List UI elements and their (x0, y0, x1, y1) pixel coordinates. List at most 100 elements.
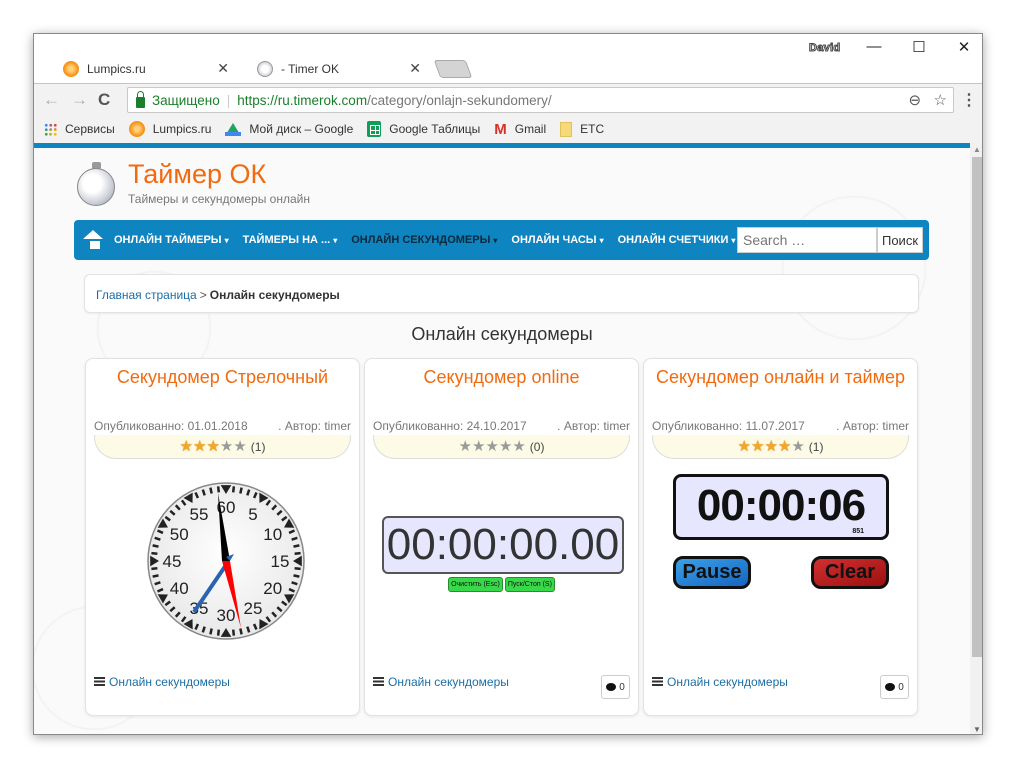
star-empty-icon[interactable]: ★ (472, 438, 485, 455)
home-icon[interactable] (82, 230, 104, 250)
star-rating[interactable]: ★★★★★ (738, 439, 805, 454)
back-button[interactable]: ← (43, 90, 60, 110)
minimize-button[interactable]: — (851, 38, 897, 55)
breadcrumb-home-link[interactable]: Главная страница (96, 288, 197, 302)
scroll-thumb[interactable] (972, 157, 982, 657)
card-analog-stopwatch: Секундомер Стрелочный Опубликованно: 01.… (85, 358, 360, 716)
clear-button[interactable]: Clear (811, 556, 889, 589)
lock-icon (136, 90, 145, 108)
reload-button[interactable]: C (98, 90, 110, 110)
bookmark-drive[interactable]: Мой диск – Google (225, 122, 353, 136)
author: . Автор: timer (278, 419, 351, 433)
site-title[interactable]: Таймер ОК (128, 159, 266, 190)
search-button[interactable]: Поиск (877, 227, 923, 253)
minor-tick (239, 487, 243, 494)
minor-tick (246, 626, 251, 633)
tab-lumpics[interactable]: Lumpics.ru ✕ (43, 55, 243, 82)
minor-tick (293, 574, 300, 578)
bookmark-label: ETC (580, 122, 605, 136)
breadcrumb: Главная страница > Онлайн секундомеры (84, 274, 919, 313)
forward-button[interactable]: → (71, 90, 88, 110)
card-online-stopwatch: Секундомер online Опубликованно: 24.10.2… (364, 358, 639, 716)
bookmark-lumpics[interactable]: Lumpics.ru (128, 121, 211, 137)
sheets-icon (367, 121, 382, 137)
bookmark-etc[interactable]: ETC (560, 121, 605, 137)
rating-bar: ★★★★★ (0) (373, 435, 630, 459)
star-filled-icon[interactable]: ★ (206, 438, 219, 455)
scroll-up-arrow[interactable]: ▲ (973, 145, 981, 154)
folder-icon (560, 121, 573, 137)
category-link[interactable]: Онлайн секундомеры (652, 675, 788, 689)
category-link[interactable]: Онлайн секундомеры (373, 675, 509, 689)
page-title: Онлайн секундомеры (411, 324, 593, 344)
dial-label: 15 (271, 552, 290, 571)
close-window-button[interactable]: ✕ (941, 38, 982, 56)
star-filled-icon[interactable]: ★ (180, 438, 193, 455)
minor-tick (151, 566, 158, 571)
dial-label: 40 (170, 579, 189, 598)
vertical-scrollbar[interactable]: ▲ ▼ (970, 143, 982, 734)
bookmark-star-icon[interactable]: ☆ (934, 92, 947, 109)
star-filled-icon[interactable]: ★ (764, 438, 777, 455)
dial-label: 25 (244, 599, 263, 618)
comments-button[interactable]: 0 (601, 675, 630, 699)
stopwatch-logo-icon[interactable] (77, 162, 117, 206)
orange-icon (63, 60, 79, 77)
new-tab-button[interactable] (433, 60, 473, 78)
profile-name[interactable]: David (808, 42, 840, 55)
nav-online-timers[interactable]: ОНЛАЙН ТАЙМЕРЫ ▾ (114, 234, 229, 246)
close-tab-icon[interactable]: ✕ (409, 60, 421, 77)
list-icon (373, 677, 384, 686)
nav-timers-for[interactable]: ТАЙМЕРЫ НА ... ▾ (243, 234, 338, 246)
star-empty-icon[interactable]: ★ (485, 438, 498, 455)
star-empty-icon[interactable]: ★ (459, 438, 472, 455)
clear-button[interactable]: Очистить (Esc) (448, 577, 503, 592)
site-subtitle: Таймеры и секундомеры онлайн (128, 192, 310, 206)
card-title[interactable]: Секундомер онлайн и таймер (654, 367, 907, 387)
star-rating[interactable]: ★★★★★ (459, 439, 526, 454)
comment-icon (885, 683, 896, 691)
bookmark-sheets[interactable]: Google Таблицы (367, 121, 480, 137)
nav-online-counters[interactable]: ОНЛАЙН СЧЕТЧИКИ ▾ (618, 234, 736, 246)
star-rating[interactable]: ★★★★★ (180, 439, 247, 454)
dial-label: 5 (248, 505, 257, 524)
bookmark-apps[interactable]: Сервисы (44, 122, 115, 136)
minor-tick (201, 626, 206, 633)
stopwatch-icon (257, 60, 273, 77)
star-empty-icon[interactable]: ★ (220, 438, 233, 455)
author: . Автор: timer (836, 419, 909, 433)
close-tab-icon[interactable]: ✕ (217, 60, 229, 77)
star-empty-icon[interactable]: ★ (233, 438, 246, 455)
rating-count: (0) (529, 439, 545, 454)
dial-label: 45 (163, 552, 182, 571)
gmail-icon: M (494, 120, 507, 138)
zoom-icon[interactable]: ⊖ (908, 92, 921, 109)
star-filled-icon[interactable]: ★ (193, 438, 206, 455)
search-input[interactable] (737, 227, 877, 253)
comment-icon (606, 683, 617, 691)
tab-timer-ok[interactable]: - Timer OK ✕ (237, 55, 435, 82)
pause-button[interactable]: Pause (673, 556, 751, 589)
analog-stopwatch[interactable]: 60 510152025303540455055 (146, 481, 306, 641)
star-filled-icon[interactable]: ★ (751, 438, 764, 455)
star-empty-icon[interactable]: ★ (791, 438, 804, 455)
card-title[interactable]: Секундомер online (375, 367, 628, 387)
nav-online-clocks[interactable]: ОНЛАЙН ЧАСЫ ▾ (511, 234, 603, 246)
nav-online-stopwatches[interactable]: ОНЛАЙН СЕКУНДОМЕРЫ ▾ (351, 234, 497, 246)
address-bar[interactable]: Защищено | https://ru.timerok.com/catego… (127, 87, 954, 113)
comments-button[interactable]: 0 (880, 675, 909, 699)
bookmark-gmail[interactable]: M Gmail (494, 121, 546, 138)
caret-down-icon: ▾ (224, 236, 229, 245)
minor-tick (294, 566, 301, 571)
start-stop-button[interactable]: Пуск/Стоп (S) (504, 577, 555, 592)
star-empty-icon[interactable]: ★ (512, 438, 525, 455)
card-title[interactable]: Секундомер Стрелочный (96, 367, 349, 387)
star-empty-icon[interactable]: ★ (499, 438, 512, 455)
category-link[interactable]: Онлайн секундомеры (94, 675, 230, 689)
maximize-button[interactable]: ☐ (896, 38, 942, 56)
scroll-down-arrow[interactable]: ▼ (973, 725, 981, 734)
star-filled-icon[interactable]: ★ (778, 438, 791, 455)
menu-icon[interactable]: ⋮ (961, 90, 977, 110)
star-filled-icon[interactable]: ★ (738, 438, 751, 455)
minor-tick (154, 581, 161, 586)
